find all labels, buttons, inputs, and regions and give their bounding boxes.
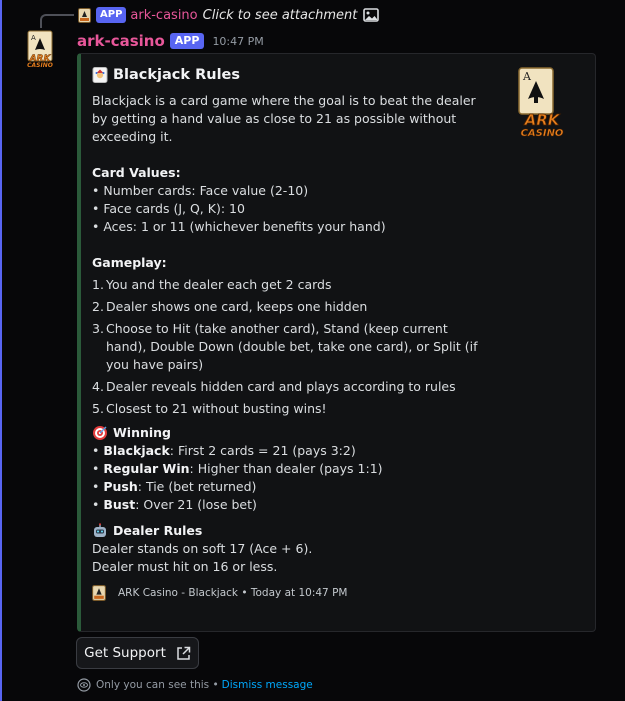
embed-title: Blackjack Rules [92,66,487,84]
gameplay-title: Gameplay: [92,255,167,270]
image-icon [363,8,380,22]
embed-intro: Blackjack is a card game where the goal … [92,93,476,144]
winning-item: • Blackjack: First 2 cards = 21 (pays 3:… [92,443,356,458]
svg-text:A: A [522,70,532,83]
eye-icon [77,678,91,692]
embed-footer: ARK Casino - Blackjack • Today at 10:47 … [92,584,487,602]
card-values-item: • Aces: 1 or 11 (whichever benefits your… [92,219,386,234]
joker-card-icon [92,67,108,83]
svg-text:CASINO: CASINO [27,62,53,68]
reply-text[interactable]: Click to see attachment [203,8,358,23]
get-support-label: Get Support [84,645,166,661]
dealer-rule-line: Dealer must hit on 16 or less. [92,559,278,574]
dealer-rule-line: Dealer stands on soft 17 (Ace + 6). [92,541,313,556]
reply-connector [40,14,74,28]
svg-text:A: A [31,34,36,42]
external-link-icon [177,646,191,660]
channel-accent-bar [0,0,2,701]
footer-icon [92,585,106,601]
get-support-button[interactable]: Get Support [76,637,199,669]
rules-embed: A ARK CASINO Blackjack Rules Blackjack i… [77,53,596,632]
footer-text: ARK Casino - Blackjack • Today at 10:47 … [118,587,348,599]
robot-icon [94,523,106,537]
dealer-rules-title: Dealer Rules [92,522,487,540]
gameplay-steps: 1. You and the dealer each get 2 cards 2.… [92,276,487,418]
gameplay-step: 3. Choose to Hit (take another card), Sta… [92,321,478,372]
target-icon [93,426,107,440]
svg-text:CASINO: CASINO [521,128,564,139]
svg-text:ARK: ARK [524,111,561,129]
ephemeral-text: Only you can see this • [96,679,219,691]
message-timestamp[interactable]: 10:47 PM [212,35,263,48]
winning-item: • Bust: Over 21 (lose bet) [92,497,257,512]
ephemeral-notice: Only you can see this • Dismiss message [77,678,313,692]
reply-author[interactable]: ark-casino [130,8,197,23]
winning-title: Winning [92,424,487,442]
reply-preview[interactable]: APP ark-casino Click to see attachment [78,6,380,24]
message-header: ark-casino APP 10:47 PM [77,31,264,51]
winning-item: • Push: Tie (bet returned) [92,479,257,494]
gameplay-step: 2. Dealer shows one card, keeps one hidde… [92,299,368,314]
gameplay-step: 4. Dealer reveals hidden card and plays a… [92,379,456,394]
embed-title-text: Blackjack Rules [113,67,241,83]
message-author[interactable]: ark-casino [77,32,165,50]
card-values-item: • Number cards: Face value (2-10) [92,183,309,198]
embed-thumbnail[interactable]: A ARK CASINO [514,67,568,139]
gameplay-step: 5. Closest to 21 without busting wins! [92,401,327,416]
card-values-item: • Face cards (J, Q, K): 10 [92,201,245,216]
reply-app-tag: APP [96,7,127,23]
gameplay-step: 1. You and the dealer each get 2 cards [92,277,332,292]
reply-avatar-icon [78,7,91,23]
dismiss-message-link[interactable]: Dismiss message [222,679,313,691]
bot-avatar[interactable]: A ARK CASINO [22,30,58,68]
winning-item: • Regular Win: Higher than dealer (pays … [92,461,383,476]
app-badge: APP [169,33,205,49]
card-values-title: Card Values: [92,165,181,180]
